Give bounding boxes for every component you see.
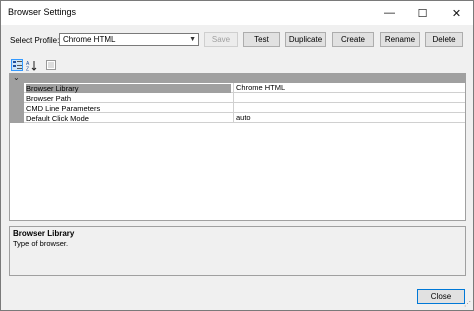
rename-button[interactable]: Rename bbox=[380, 32, 420, 47]
property-row-browser-path[interactable]: Browser Path bbox=[24, 93, 465, 103]
window-title: Browser Settings bbox=[8, 7, 77, 17]
property-grid[interactable]: ⌄ Browser Library Chrome HTML Browser Pa… bbox=[9, 73, 466, 221]
category-row[interactable]: ⌄ bbox=[10, 73, 465, 83]
property-row-browser-library[interactable]: Browser Library Chrome HTML bbox=[24, 83, 465, 93]
save-button[interactable]: Save bbox=[204, 32, 238, 47]
property-value-input[interactable] bbox=[233, 93, 465, 102]
browser-settings-window: Browser Settings — ☐ ✕ Select Profile: C… bbox=[0, 0, 474, 311]
grid-gutter bbox=[10, 83, 24, 123]
svg-text:Z: Z bbox=[26, 66, 29, 71]
maximize-icon[interactable]: ☐ bbox=[406, 1, 439, 25]
chevron-down-icon: ▼ bbox=[189, 36, 196, 43]
property-value-input[interactable]: Chrome HTML bbox=[233, 83, 465, 92]
property-name: CMD Line Parameters bbox=[26, 104, 101, 113]
close-button[interactable]: Close bbox=[417, 289, 465, 304]
property-pages-icon[interactable] bbox=[45, 59, 57, 71]
profile-select[interactable]: Chrome HTML ▼ bbox=[59, 33, 199, 46]
profile-select-value: Chrome HTML bbox=[63, 35, 116, 44]
categorized-icon[interactable] bbox=[11, 59, 23, 71]
minimize-icon[interactable]: — bbox=[373, 1, 406, 25]
alphabetical-icon[interactable]: AZ bbox=[25, 59, 37, 71]
duplicate-button[interactable]: Duplicate bbox=[285, 32, 326, 47]
property-row-cmd-line-parameters[interactable]: CMD Line Parameters bbox=[24, 103, 465, 113]
property-name: Browser Library bbox=[26, 84, 231, 93]
title-bar[interactable]: Browser Settings — ☐ ✕ bbox=[1, 1, 473, 25]
property-row-default-click-mode[interactable]: Default Click Mode auto bbox=[24, 113, 465, 123]
property-name: Default Click Mode bbox=[26, 114, 89, 123]
property-value-input[interactable] bbox=[233, 103, 465, 112]
property-name: Browser Path bbox=[26, 94, 72, 103]
delete-button[interactable]: Delete bbox=[425, 32, 463, 47]
create-button[interactable]: Create bbox=[332, 32, 374, 47]
description-text: Type of browser. bbox=[13, 239, 69, 248]
resize-grip-icon[interactable]: ⋰ bbox=[464, 300, 471, 308]
description-title: Browser Library bbox=[13, 229, 75, 238]
select-profile-label: Select Profile: bbox=[10, 36, 60, 45]
collapse-chevron-icon[interactable]: ⌄ bbox=[13, 73, 20, 82]
close-window-icon[interactable]: ✕ bbox=[440, 1, 473, 25]
test-button[interactable]: Test bbox=[243, 32, 280, 47]
property-value-input[interactable]: auto bbox=[233, 113, 465, 122]
description-panel: Browser Library Type of browser. bbox=[9, 226, 466, 276]
